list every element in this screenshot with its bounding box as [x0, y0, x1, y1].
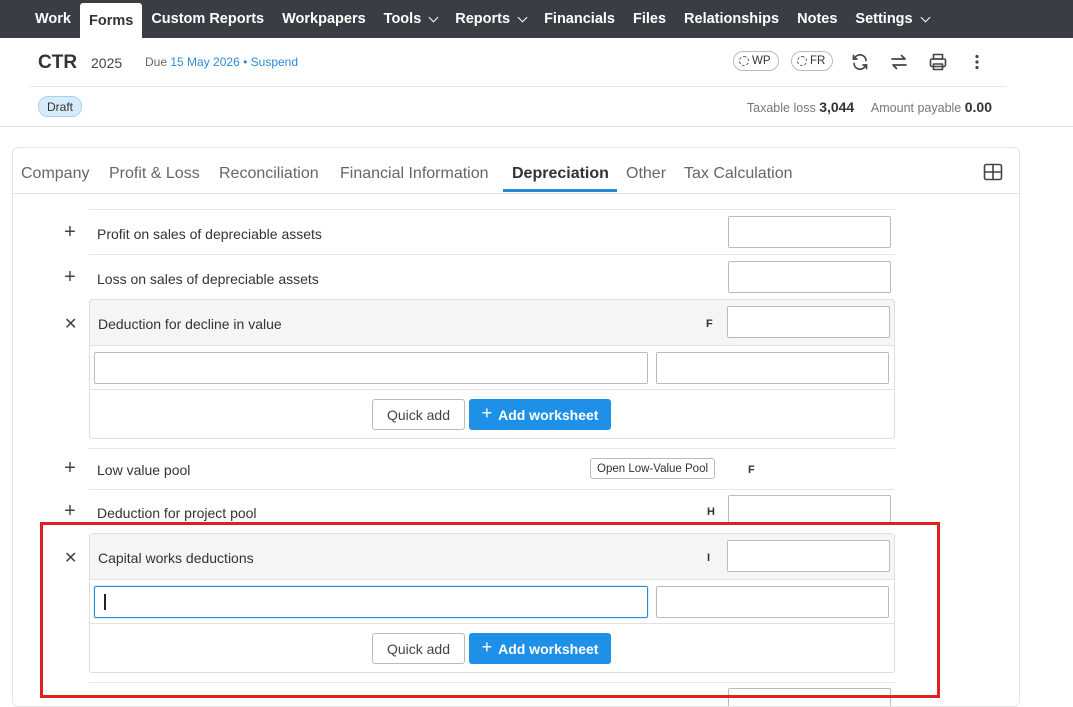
add-worksheet-label: Add worksheet — [498, 406, 599, 423]
label-code-f: F — [748, 464, 755, 476]
due-info: Due 15 May 2026 • Suspend — [145, 55, 298, 69]
expand-plus-icon[interactable]: + — [63, 457, 77, 480]
tab-depreciation[interactable]: Depreciation — [512, 165, 609, 183]
tab-bar: Company Profit & Loss Reconciliation Fin… — [13, 148, 1019, 194]
amount-payable-label: Amount payable — [870, 101, 962, 115]
tab-other[interactable]: Other — [626, 165, 666, 183]
top-nav: Work Forms Custom Reports Workpapers Too… — [0, 0, 1073, 38]
swap-icon[interactable] — [888, 51, 910, 73]
form-header: CTR 2025 Due 15 May 2026 • Suspend WP FR… — [0, 38, 1073, 127]
due-prefix: Due — [145, 55, 168, 69]
nav-relationships[interactable]: Relationships — [675, 0, 788, 38]
quick-add-button[interactable]: Quick add — [372, 399, 465, 430]
row-divider — [89, 209, 895, 210]
tab-reconciliation[interactable]: Reconciliation — [219, 165, 319, 183]
row-divider — [89, 448, 895, 449]
expand-plus-icon[interactable]: + — [63, 500, 77, 523]
nav-workpapers-label: Workpapers — [282, 11, 366, 27]
due-separator: • — [243, 55, 248, 69]
decline-in-value-section: Deduction for decline in value F Quick a… — [89, 299, 895, 439]
chevron-down-icon — [920, 12, 931, 22]
nav-forms-label: Forms — [89, 12, 134, 29]
loss-on-sales-label: Loss on sales of depreciable assets — [97, 271, 319, 287]
refresh-icon[interactable] — [849, 51, 871, 73]
decline-in-value-label: Deduction for decline in value — [98, 316, 282, 332]
chevron-down-icon — [428, 12, 439, 22]
decline-in-value-total-input[interactable] — [727, 306, 890, 338]
decline-description-input[interactable] — [94, 352, 648, 384]
nav-tools[interactable]: Tools — [375, 0, 447, 38]
due-date-link[interactable]: 15 May 2026 — [170, 55, 239, 69]
nav-notes[interactable]: Notes — [788, 0, 846, 38]
nav-files[interactable]: Files — [624, 0, 675, 38]
tab-profit-loss[interactable]: Profit & Loss — [109, 165, 200, 183]
taxable-loss-label: Taxable loss — [746, 101, 816, 115]
nav-settings[interactable]: Settings — [846, 0, 937, 38]
chevron-down-icon — [517, 12, 528, 22]
nav-custom-reports[interactable]: Custom Reports — [142, 0, 273, 38]
wp-button[interactable]: WP — [733, 51, 779, 71]
collapse-close-icon[interactable]: ✕ — [64, 314, 77, 334]
worksheet-entry-row — [90, 346, 894, 390]
nav-reports[interactable]: Reports — [446, 0, 535, 38]
low-value-pool-label: Low value pool — [97, 462, 191, 478]
open-low-value-pool-button[interactable]: Open Low-Value Pool — [590, 458, 716, 479]
tab-tax-calculation[interactable]: Tax Calculation — [684, 165, 793, 183]
expand-plus-icon[interactable]: + — [63, 221, 77, 244]
grid-layout-icon[interactable] — [983, 163, 1003, 186]
nav-workpapers[interactable]: Workpapers — [273, 0, 375, 38]
dashed-circle-icon — [797, 56, 807, 66]
print-icon[interactable] — [927, 51, 949, 73]
more-vertical-icon[interactable] — [966, 51, 988, 73]
nav-notes-label: Notes — [797, 11, 838, 27]
form-year: 2025 — [91, 55, 123, 71]
amount-payable-value: 0.00 — [964, 99, 992, 115]
nav-financials[interactable]: Financials — [535, 0, 624, 38]
nav-work[interactable]: Work — [26, 0, 80, 38]
project-pool-input[interactable] — [728, 495, 891, 523]
decline-amount-input[interactable] — [656, 352, 889, 384]
row-divider — [89, 254, 895, 255]
row-divider — [89, 489, 895, 490]
nav-files-label: Files — [632, 11, 667, 27]
status-badge: Draft — [38, 96, 83, 117]
nav-settings-label: Settings — [855, 11, 913, 27]
decline-in-value-header: Deduction for decline in value F — [90, 300, 894, 346]
header-divider — [30, 86, 1006, 87]
nav-forms[interactable]: Forms — [80, 3, 143, 38]
tab-company[interactable]: Company — [21, 165, 89, 183]
project-pool-label: Deduction for project pool — [97, 505, 257, 521]
expand-plus-icon[interactable]: + — [63, 266, 77, 289]
taxable-loss-value: 3,044 — [819, 99, 855, 115]
nav-financials-label: Financials — [544, 11, 615, 27]
plus-icon: + — [481, 403, 493, 423]
active-tab-indicator — [503, 189, 617, 192]
decline-action-row: Quick add + Add worksheet — [90, 390, 894, 440]
highlight-box — [40, 522, 940, 698]
label-code-h: H — [707, 506, 715, 518]
profit-on-sales-input[interactable] — [728, 216, 891, 248]
nav-work-label: Work — [35, 11, 71, 27]
nav-custom-reports-label: Custom Reports — [151, 11, 265, 27]
nav-relationships-label: Relationships — [684, 11, 780, 27]
form-title: CTR — [38, 52, 78, 73]
nav-tools-label: Tools — [383, 11, 422, 27]
nav-reports-label: Reports — [455, 11, 511, 27]
label-code-f: F — [706, 318, 713, 330]
dashed-circle-icon — [739, 56, 749, 66]
fr-button[interactable]: FR — [791, 51, 834, 71]
fr-label: FR — [810, 55, 826, 67]
add-worksheet-button[interactable]: + Add worksheet — [469, 399, 611, 430]
suspend-link[interactable]: Suspend — [251, 55, 298, 69]
profit-on-sales-label: Profit on sales of depreciable assets — [97, 226, 322, 242]
totals: Taxable loss 3,044 Amount payable 0.00 — [747, 99, 992, 115]
wp-label: WP — [752, 55, 771, 67]
loss-on-sales-input[interactable] — [728, 261, 891, 293]
tab-financial-information[interactable]: Financial Information — [340, 165, 489, 183]
